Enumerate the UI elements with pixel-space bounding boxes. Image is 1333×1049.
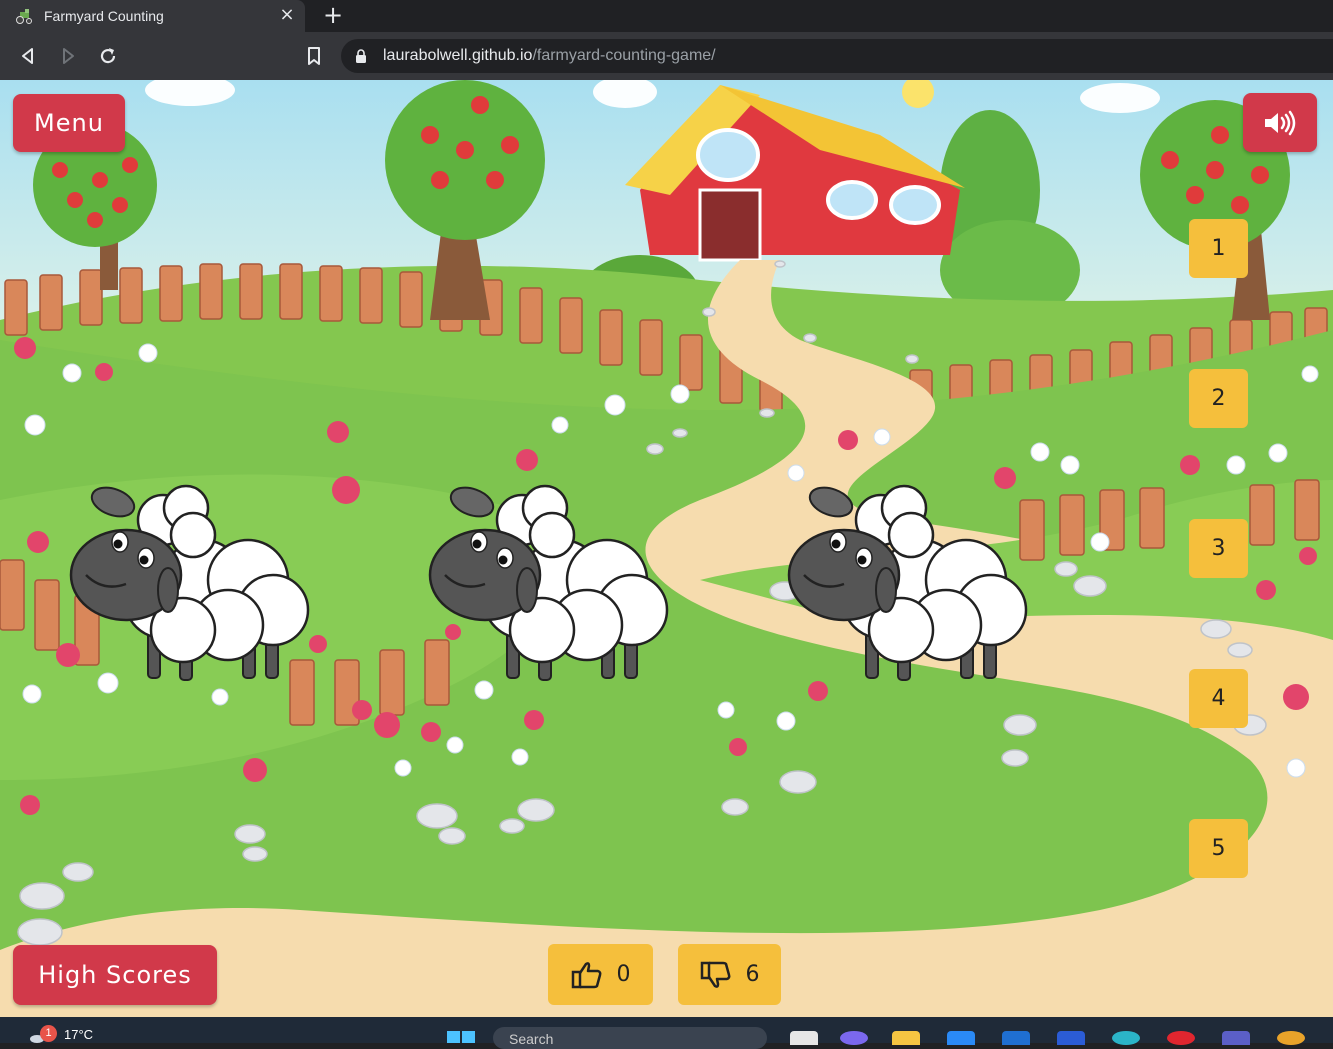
sheep-shape xyxy=(69,484,310,681)
notification-badge: 1 xyxy=(40,1025,57,1042)
lock-icon xyxy=(356,49,366,63)
browser-toolbar: laurabolwell.github.io/farmyard-counting… xyxy=(0,32,1333,80)
close-tab-icon[interactable]: × xyxy=(277,5,297,25)
windows-start-icon[interactable] xyxy=(447,1031,475,1043)
incorrect-score: 6 xyxy=(678,944,781,1005)
correct-count: 0 xyxy=(616,962,631,987)
new-tab-button[interactable]: + xyxy=(320,3,346,29)
bookmark-icon[interactable] xyxy=(302,44,326,68)
sound-toggle-button[interactable] xyxy=(1243,93,1317,152)
answer-button-1[interactable]: 1 xyxy=(1189,219,1248,278)
temperature-label: 17°C xyxy=(64,1027,94,1042)
thumbs-up-icon xyxy=(571,961,601,988)
high-scores-button[interactable]: High Scores xyxy=(13,945,217,1005)
sheep-1 xyxy=(69,484,310,681)
address-bar[interactable]: laurabolwell.github.io/farmyard-counting… xyxy=(341,39,1333,73)
forward-icon[interactable] xyxy=(56,44,80,68)
reload-icon[interactable] xyxy=(96,44,120,68)
url-host: laurabolwell.github.io xyxy=(383,47,533,64)
browser-tab[interactable]: Farmyard Counting × xyxy=(0,0,305,32)
sheep-3 xyxy=(787,484,1028,681)
sheep-2 xyxy=(428,484,669,681)
answer-button-3[interactable]: 3 xyxy=(1189,519,1248,578)
thumbs-down-icon xyxy=(700,961,730,988)
tab-bar: Farmyard Counting × + xyxy=(0,0,1333,32)
os-taskbar: 1 17°C Search xyxy=(0,1017,1333,1049)
answer-button-5[interactable]: 5 xyxy=(1189,819,1248,878)
url-path: /farmyard-counting-game/ xyxy=(532,47,716,64)
tab-title: Farmyard Counting xyxy=(44,8,164,24)
back-icon[interactable] xyxy=(16,44,40,68)
correct-score: 0 xyxy=(548,944,653,1005)
volume-up-icon xyxy=(1265,110,1296,135)
taskbar-search[interactable]: Search xyxy=(493,1027,767,1049)
game-viewport: Menu 1 2 3 4 5 High Scores 0 6 xyxy=(0,80,1333,1017)
menu-button[interactable]: Menu xyxy=(13,94,125,152)
tractor-icon xyxy=(16,9,32,24)
taskbar-search-placeholder: Search xyxy=(509,1031,554,1047)
answer-button-2[interactable]: 2 xyxy=(1189,369,1248,428)
incorrect-count: 6 xyxy=(745,962,760,987)
answer-button-4[interactable]: 4 xyxy=(1189,669,1248,728)
